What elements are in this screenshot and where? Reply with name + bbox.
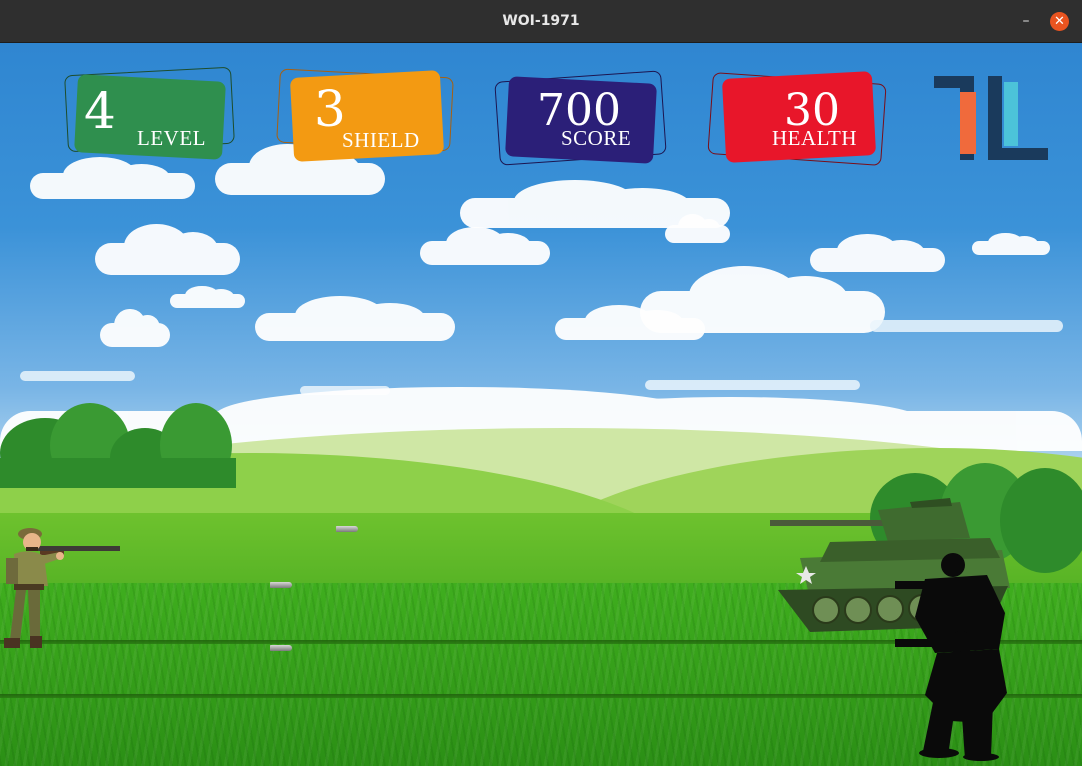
game-canvas[interactable]: 4 LEVEL 3 SHIELD 700 SCORE 30 HEALTH <box>0 43 1082 766</box>
game-window: WOI-1971 – ✕ 4 LEVEL 3 SHIELD 700 SCORE … <box>0 0 1082 766</box>
shield-label: SHIELD <box>342 128 420 152</box>
minimize-button[interactable]: – <box>1016 11 1036 31</box>
window-titlebar[interactable]: WOI-1971 – ✕ <box>0 0 1082 43</box>
health-badge: 30 HEALTH <box>707 68 888 178</box>
health-label: HEALTH <box>772 126 858 150</box>
cloud-streak <box>870 320 1063 332</box>
cloud <box>255 296 455 341</box>
level-label: LEVEL <box>137 126 206 150</box>
shield-badge: 3 SHIELD <box>276 68 458 168</box>
window-title: WOI-1971 <box>502 13 580 29</box>
game-logo-icon <box>934 76 1048 160</box>
score-badge: 700 SCORE <box>494 68 672 178</box>
score-label: SCORE <box>561 126 632 150</box>
cloud <box>95 223 240 275</box>
shield-value: 3 <box>314 80 346 138</box>
enemy-soldier-silhouette-icon[interactable] <box>895 553 1025 761</box>
cloud <box>665 214 730 243</box>
player-soldier-icon[interactable] <box>0 518 122 658</box>
level-value: 4 <box>84 82 116 140</box>
bullet-icon <box>336 526 358 532</box>
cloud <box>420 226 550 265</box>
cloud <box>640 265 885 333</box>
cloud <box>170 285 245 308</box>
cloud <box>30 157 195 199</box>
cloud <box>810 233 945 272</box>
level-badge: 4 LEVEL <box>64 66 236 168</box>
cloud-streak <box>20 371 135 381</box>
close-button[interactable]: ✕ <box>1050 12 1069 31</box>
cloud <box>100 308 170 347</box>
cloud-streak <box>645 380 860 390</box>
bullet-icon <box>270 645 292 651</box>
bullet-icon <box>270 582 292 588</box>
cloud <box>972 232 1050 255</box>
